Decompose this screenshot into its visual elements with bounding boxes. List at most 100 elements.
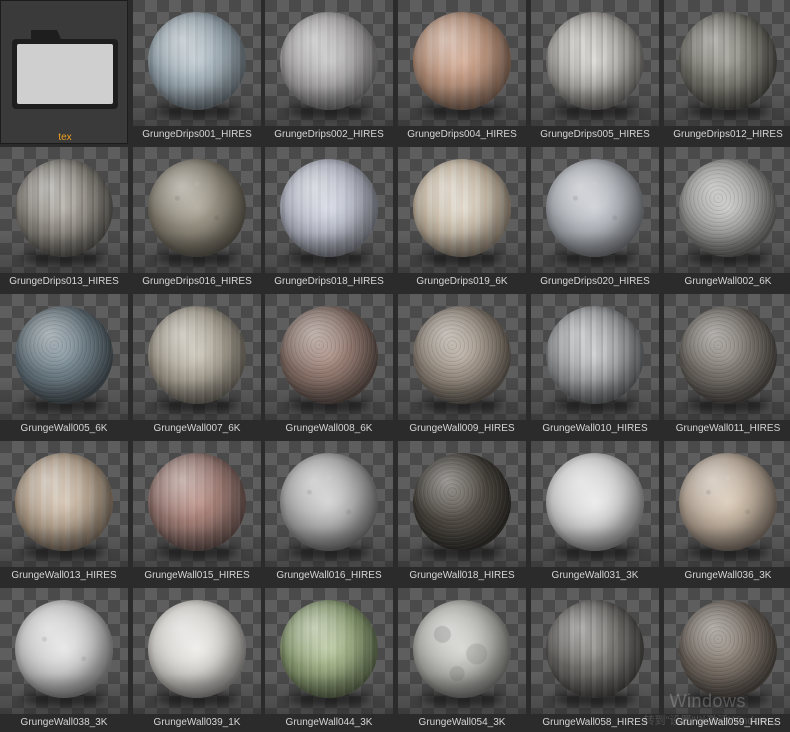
material-thumbnail[interactable]: GrungeWall008_6K bbox=[265, 294, 393, 438]
sphere-shadow bbox=[155, 251, 239, 265]
material-sphere bbox=[546, 159, 644, 257]
material-sphere bbox=[413, 453, 511, 551]
material-sphere bbox=[280, 159, 378, 257]
sphere-shadow bbox=[155, 398, 239, 412]
material-label: GrungeWall002_6K bbox=[684, 276, 772, 287]
material-preview bbox=[0, 441, 128, 567]
material-preview bbox=[0, 588, 128, 714]
material-preview bbox=[133, 441, 261, 567]
material-preview bbox=[133, 294, 261, 420]
material-thumbnail[interactable]: GrungeWall039_1K bbox=[133, 588, 261, 732]
sphere-shadow bbox=[420, 104, 504, 118]
material-thumbnail[interactable]: GrungeWall031_3K bbox=[531, 441, 659, 585]
sphere-shadow bbox=[287, 692, 371, 706]
material-thumbnail[interactable]: GrungeDrips002_HIRES bbox=[265, 0, 393, 144]
material-sphere bbox=[546, 600, 644, 698]
material-thumbnail[interactable]: GrungeDrips013_HIRES bbox=[0, 147, 128, 291]
material-sphere bbox=[280, 306, 378, 404]
material-thumbnail[interactable]: GrungeDrips001_HIRES bbox=[133, 0, 261, 144]
windows-activation-hint: 转到"设置"以激活Windows。 bbox=[643, 715, 784, 727]
material-sphere bbox=[413, 159, 511, 257]
sphere-shadow bbox=[420, 545, 504, 559]
material-preview bbox=[0, 294, 128, 420]
material-preview bbox=[0, 147, 128, 273]
material-thumbnail[interactable]: GrungeDrips005_HIRES bbox=[531, 0, 659, 144]
material-thumbnail[interactable]: GrungeDrips019_6K bbox=[398, 147, 526, 291]
sphere-shadow bbox=[155, 104, 239, 118]
material-thumbnail[interactable]: GrungeWall010_HIRES bbox=[531, 294, 659, 438]
sphere-shadow bbox=[155, 692, 239, 706]
sphere-shadow bbox=[553, 251, 637, 265]
material-thumbnail[interactable]: GrungeDrips004_HIRES bbox=[398, 0, 526, 144]
material-label: GrungeWall015_HIRES bbox=[144, 570, 250, 581]
material-preview bbox=[265, 441, 393, 567]
material-thumbnail[interactable]: GrungeWall009_HIRES bbox=[398, 294, 526, 438]
sphere-shadow bbox=[686, 545, 770, 559]
material-thumbnail[interactable]: GrungeWall007_6K bbox=[133, 294, 261, 438]
material-preview bbox=[664, 147, 790, 273]
material-label: GrungeDrips001_HIRES bbox=[142, 129, 252, 140]
sphere-shadow bbox=[22, 545, 106, 559]
sphere-shadow bbox=[686, 104, 770, 118]
material-sphere bbox=[546, 453, 644, 551]
folder-tex[interactable]: tex bbox=[0, 0, 128, 144]
material-preview bbox=[531, 441, 659, 567]
material-label: GrungeWall058_HIRES bbox=[542, 717, 648, 728]
material-label: GrungeWall005_6K bbox=[20, 423, 108, 434]
material-label: GrungeWall013_HIRES bbox=[11, 570, 117, 581]
material-preview bbox=[664, 441, 790, 567]
material-thumbnail[interactable]: GrungeWall002_6K bbox=[664, 147, 790, 291]
material-thumbnail[interactable]: GrungeWall036_3K bbox=[664, 441, 790, 585]
folder-label: tex bbox=[58, 132, 72, 143]
sphere-shadow bbox=[686, 398, 770, 412]
material-sphere bbox=[413, 600, 511, 698]
material-label: GrungeWall010_HIRES bbox=[542, 423, 648, 434]
material-sphere bbox=[413, 12, 511, 110]
material-preview bbox=[531, 0, 659, 126]
material-browser-grid: tex GrungeDrips001_HIRES GrungeDrips002_H… bbox=[0, 0, 790, 732]
material-sphere bbox=[15, 600, 113, 698]
material-thumbnail[interactable]: GrungeWall011_HIRES bbox=[664, 294, 790, 438]
material-thumbnail[interactable]: GrungeDrips016_HIRES bbox=[133, 147, 261, 291]
material-preview bbox=[265, 588, 393, 714]
material-sphere bbox=[413, 306, 511, 404]
material-thumbnail[interactable]: GrungeWall058_HIRES bbox=[531, 588, 659, 732]
material-thumbnail[interactable]: GrungeDrips012_HIRES bbox=[664, 0, 790, 144]
material-sphere bbox=[148, 306, 246, 404]
material-sphere bbox=[148, 159, 246, 257]
material-preview bbox=[265, 147, 393, 273]
material-sphere bbox=[546, 306, 644, 404]
material-thumbnail[interactable]: GrungeWall013_HIRES bbox=[0, 441, 128, 585]
material-preview bbox=[133, 0, 261, 126]
material-label: GrungeWall016_HIRES bbox=[276, 570, 382, 581]
material-preview bbox=[133, 588, 261, 714]
sphere-shadow bbox=[420, 692, 504, 706]
material-thumbnail[interactable]: GrungeWall005_6K bbox=[0, 294, 128, 438]
material-label: GrungeWall054_3K bbox=[418, 717, 506, 728]
material-thumbnail[interactable]: GrungeWall015_HIRES bbox=[133, 441, 261, 585]
material-label: GrungeWall038_3K bbox=[20, 717, 108, 728]
sphere-shadow bbox=[553, 545, 637, 559]
material-thumbnail[interactable]: GrungeWall016_HIRES bbox=[265, 441, 393, 585]
material-sphere bbox=[679, 159, 777, 257]
material-label: GrungeWall011_HIRES bbox=[675, 423, 781, 434]
material-thumbnail[interactable]: GrungeWall018_HIRES bbox=[398, 441, 526, 585]
material-preview bbox=[133, 147, 261, 273]
material-sphere bbox=[15, 306, 113, 404]
material-thumbnail[interactable]: GrungeDrips020_HIRES bbox=[531, 147, 659, 291]
sphere-shadow bbox=[287, 104, 371, 118]
sphere-shadow bbox=[553, 692, 637, 706]
material-thumbnail[interactable]: GrungeWall038_3K bbox=[0, 588, 128, 732]
material-preview bbox=[398, 147, 526, 273]
material-thumbnail[interactable]: GrungeWall044_3K bbox=[265, 588, 393, 732]
material-label: GrungeDrips016_HIRES bbox=[142, 276, 252, 287]
material-sphere bbox=[148, 453, 246, 551]
material-label: GrungeDrips004_HIRES bbox=[407, 129, 517, 140]
material-preview bbox=[398, 588, 526, 714]
sphere-shadow bbox=[155, 545, 239, 559]
material-label: GrungeDrips005_HIRES bbox=[540, 129, 650, 140]
material-thumbnail[interactable]: GrungeWall054_3K bbox=[398, 588, 526, 732]
material-preview bbox=[398, 294, 526, 420]
material-thumbnail[interactable]: GrungeDrips018_HIRES bbox=[265, 147, 393, 291]
material-label: GrungeWall008_6K bbox=[285, 423, 373, 434]
